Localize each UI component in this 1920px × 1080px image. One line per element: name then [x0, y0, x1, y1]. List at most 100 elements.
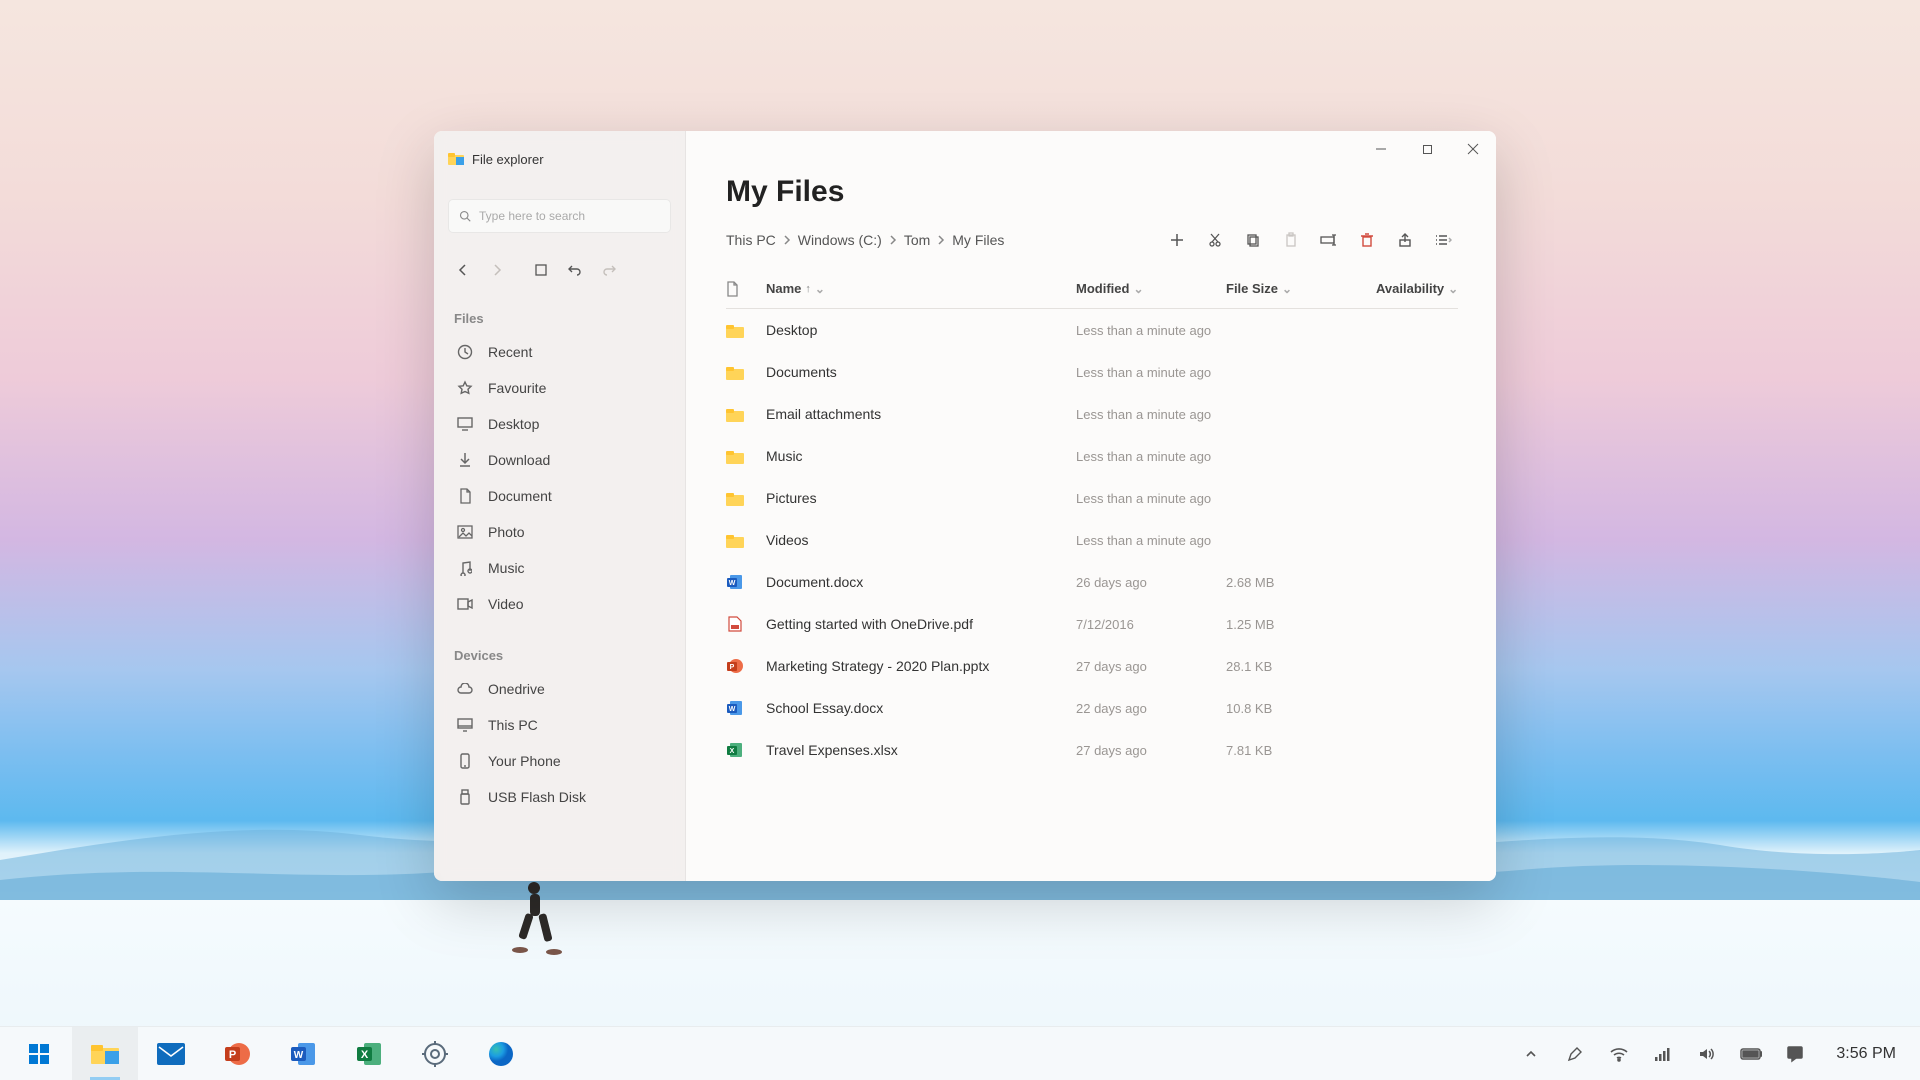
- new-button[interactable]: [1162, 225, 1192, 255]
- table-row[interactable]: VideosLess than a minute ago: [726, 519, 1458, 561]
- file-modified: Less than a minute ago: [1076, 323, 1226, 338]
- svg-text:W: W: [729, 706, 736, 713]
- table-row[interactable]: PMarketing Strategy - 2020 Plan.pptx27 d…: [726, 645, 1458, 687]
- cellular-icon[interactable]: [1652, 1046, 1674, 1062]
- sidebar-item-label: Your Phone: [488, 753, 561, 769]
- file-modified: 22 days ago: [1076, 701, 1226, 716]
- file-name: School Essay.docx: [766, 700, 1076, 716]
- column-name[interactable]: Name ↑ ⌄: [766, 281, 1076, 296]
- table-row[interactable]: Getting started with OneDrive.pdf7/12/20…: [726, 603, 1458, 645]
- star-icon: [456, 380, 474, 396]
- sidebar-item-photo[interactable]: Photo: [448, 514, 671, 550]
- usb-icon: [456, 789, 474, 805]
- taskbar-app-word[interactable]: W: [270, 1027, 336, 1080]
- nav-new-window-button[interactable]: [526, 255, 556, 285]
- cloud-icon: [456, 683, 474, 695]
- taskbar-app-mail[interactable]: [138, 1027, 204, 1080]
- search-box[interactable]: [448, 199, 671, 233]
- file-name: Music: [766, 448, 1076, 464]
- sidebar-item-desktop[interactable]: Desktop: [448, 406, 671, 442]
- nav-redo-button[interactable]: [594, 255, 624, 285]
- table-row[interactable]: PicturesLess than a minute ago: [726, 477, 1458, 519]
- close-button[interactable]: [1450, 131, 1496, 167]
- file-size: 7.81 KB: [1226, 743, 1376, 758]
- folder-icon: [726, 489, 744, 507]
- table-row[interactable]: DesktopLess than a minute ago: [726, 309, 1458, 351]
- action-center-icon[interactable]: [1784, 1045, 1806, 1063]
- file-modified: 27 days ago: [1076, 743, 1226, 758]
- table-row[interactable]: WSchool Essay.docx22 days ago10.8 KB: [726, 687, 1458, 729]
- copy-button[interactable]: [1238, 225, 1268, 255]
- minimize-button[interactable]: [1358, 131, 1404, 167]
- sidebar-item-favourite[interactable]: Favourite: [448, 370, 671, 406]
- volume-icon[interactable]: [1696, 1046, 1718, 1062]
- nav-forward-button[interactable]: [482, 255, 512, 285]
- file-modified: 7/12/2016: [1076, 617, 1226, 632]
- nav-back-button[interactable]: [448, 255, 478, 285]
- sidebar-item-music[interactable]: Music: [448, 550, 671, 586]
- file-modified: Less than a minute ago: [1076, 407, 1226, 422]
- chevron-down-icon: ⌄: [1133, 282, 1143, 296]
- table-row[interactable]: DocumentsLess than a minute ago: [726, 351, 1458, 393]
- cut-button[interactable]: [1200, 225, 1230, 255]
- column-modified[interactable]: Modified⌄: [1076, 281, 1226, 296]
- table-row[interactable]: XTravel Expenses.xlsx27 days ago7.81 KB: [726, 729, 1458, 771]
- battery-icon[interactable]: [1740, 1047, 1762, 1061]
- sidebar-item-usb-flash-disk[interactable]: USB Flash Disk: [448, 779, 671, 815]
- pen-icon[interactable]: [1564, 1045, 1586, 1063]
- taskbar-app-file-explorer[interactable]: [72, 1027, 138, 1080]
- search-input[interactable]: [479, 209, 660, 223]
- sidebar-heading: Devices: [448, 646, 671, 665]
- nav-undo-button[interactable]: [560, 255, 590, 285]
- system-tray: 3:56 PM: [1520, 1045, 1914, 1063]
- sidebar-item-your-phone[interactable]: Your Phone: [448, 743, 671, 779]
- delete-button[interactable]: [1352, 225, 1382, 255]
- wifi-icon[interactable]: [1608, 1046, 1630, 1062]
- table-row[interactable]: WDocument.docx26 days ago2.68 MB: [726, 561, 1458, 603]
- sidebar-item-label: Desktop: [488, 416, 539, 432]
- window-title: File explorer: [472, 152, 544, 167]
- table-row[interactable]: Email attachmentsLess than a minute ago: [726, 393, 1458, 435]
- taskbar-app-settings[interactable]: [402, 1027, 468, 1080]
- file-size: 28.1 KB: [1226, 659, 1376, 674]
- maximize-button[interactable]: [1404, 131, 1450, 167]
- sidebar: File explorer Fi: [434, 131, 686, 881]
- folder-icon: [726, 363, 744, 381]
- sidebar-item-video[interactable]: Video: [448, 586, 671, 622]
- taskbar-clock[interactable]: 3:56 PM: [1836, 1045, 1896, 1063]
- view-button[interactable]: [1428, 225, 1458, 255]
- sidebar-item-label: Video: [488, 596, 524, 612]
- action-toolbar: [1162, 225, 1458, 255]
- sidebar-item-download[interactable]: Download: [448, 442, 671, 478]
- paste-button[interactable]: [1276, 225, 1306, 255]
- tray-expand-button[interactable]: [1520, 1047, 1542, 1061]
- breadcrumb-segment[interactable]: My Files: [952, 232, 1004, 248]
- column-size[interactable]: File Size⌄: [1226, 281, 1376, 296]
- svg-text:P: P: [229, 1049, 236, 1061]
- share-button[interactable]: [1390, 225, 1420, 255]
- breadcrumb-segment[interactable]: Windows (C:): [798, 232, 882, 248]
- breadcrumb-segment[interactable]: This PC: [726, 232, 776, 248]
- start-button[interactable]: [6, 1027, 72, 1080]
- svg-text:X: X: [361, 1049, 369, 1061]
- sidebar-item-recent[interactable]: Recent: [448, 334, 671, 370]
- column-icon[interactable]: [726, 281, 766, 297]
- file-name: Pictures: [766, 490, 1076, 506]
- sidebar-item-this-pc[interactable]: This PC: [448, 707, 671, 743]
- taskbar-app-powerpoint[interactable]: P: [204, 1027, 270, 1080]
- document-icon: [456, 488, 474, 504]
- sort-asc-icon: ↑: [805, 283, 811, 295]
- sidebar-item-onedrive[interactable]: Onedrive: [448, 671, 671, 707]
- taskbar-app-excel[interactable]: X: [336, 1027, 402, 1080]
- file-modified: Less than a minute ago: [1076, 449, 1226, 464]
- svg-text:W: W: [294, 1050, 304, 1061]
- window-titlebar: File explorer: [448, 145, 671, 173]
- rename-button[interactable]: [1314, 225, 1344, 255]
- breadcrumb-segment[interactable]: Tom: [904, 232, 930, 248]
- sidebar-item-label: Download: [488, 452, 550, 468]
- sidebar-item-document[interactable]: Document: [448, 478, 671, 514]
- taskbar-app-edge[interactable]: [468, 1027, 534, 1080]
- ppt-icon: P: [726, 657, 744, 675]
- column-availability[interactable]: Availability⌄: [1376, 281, 1458, 296]
- table-row[interactable]: MusicLess than a minute ago: [726, 435, 1458, 477]
